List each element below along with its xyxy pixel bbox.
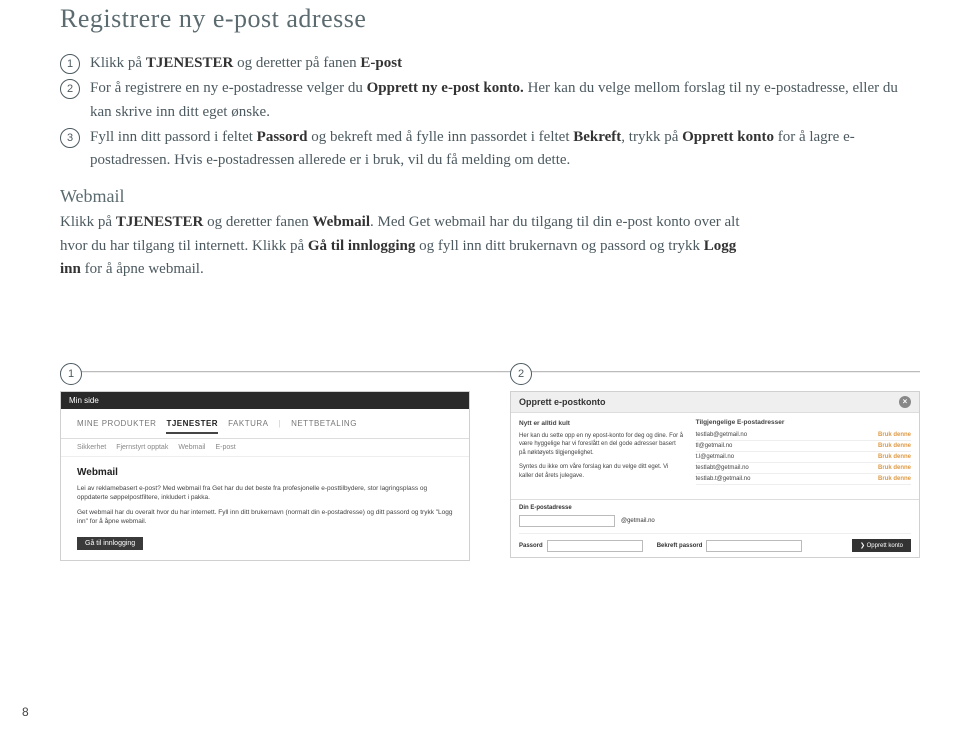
use-this-link[interactable]: Bruk denne — [878, 443, 911, 449]
suggest-heading: Tilgjengelige E-postadresser — [696, 419, 911, 426]
dialog-title: Opprett e-postkonto — [519, 397, 606, 407]
email-domain: @getmail.no — [621, 518, 655, 524]
password-label: Passord — [519, 543, 543, 549]
email-local-input[interactable] — [519, 515, 615, 527]
subtab-webmail[interactable]: Webmail — [178, 444, 205, 451]
webmail-paragraph: Klikk på TJENESTER og deretter fanen Web… — [60, 211, 740, 281]
intro-p2: Syntes du ikke om våre forslag kan du ve… — [519, 463, 684, 480]
steps-list: Klikk på TJENESTER og deretter på fanen … — [60, 52, 920, 172]
webmail-title: Webmail — [60, 186, 920, 207]
suggestion-row: t.l@getmail.noBruk denne — [696, 452, 911, 463]
f1-topbar: Min side — [61, 392, 469, 409]
use-this-link[interactable]: Bruk denne — [878, 432, 911, 438]
f1-p2: Get webmail har du overalt hvor du har i… — [77, 508, 453, 526]
suggestion-row: tl@getmail.noBruk denne — [696, 441, 911, 452]
use-this-link[interactable]: Bruk denne — [878, 476, 911, 482]
suggestion-row: testlab@getmail.noBruk denne — [696, 430, 911, 441]
intro-p1: Her kan du sette opp en ny epost-konto f… — [519, 432, 684, 457]
page-title: Registrere ny e-post adresse — [60, 0, 920, 34]
separator — [60, 371, 920, 373]
password-confirm-label: Bekreft passord — [657, 543, 703, 549]
password-input[interactable] — [547, 540, 643, 552]
step-2: For å registrere en ny e-postadresse vel… — [60, 77, 920, 124]
figure-1: 1 Min side MINE PRODUKTER TJENESTER FAKT… — [60, 391, 470, 561]
figure-1-number: 1 — [60, 363, 82, 385]
use-this-link[interactable]: Bruk denne — [878, 454, 911, 460]
page-number: 8 — [22, 705, 29, 719]
f1-main-tabs: MINE PRODUKTER TJENESTER FAKTURA | NETTB… — [61, 409, 469, 439]
suggestion-row: testlab.t@getmail.noBruk denne — [696, 474, 911, 485]
suggestion-row: testlabt@getmail.noBruk denne — [696, 463, 911, 474]
subtab-epost[interactable]: E-post — [215, 444, 235, 451]
close-icon[interactable]: × — [899, 396, 911, 408]
figure-2-number: 2 — [510, 363, 532, 385]
tab-tjenester[interactable]: TJENESTER — [166, 419, 218, 434]
password-confirm-input[interactable] — [706, 540, 802, 552]
f1-heading: Webmail — [77, 467, 453, 478]
go-to-login-button[interactable]: Gå til innlogging — [77, 537, 143, 550]
tab-mine-produkter[interactable]: MINE PRODUKTER — [77, 419, 156, 434]
step-3: Fyll inn ditt passord i feltet Passord o… — [60, 126, 920, 173]
tab-faktura[interactable]: FAKTURA — [228, 419, 268, 434]
use-this-link[interactable]: Bruk denne — [878, 465, 911, 471]
f1-sub-tabs: Sikkerhet Fjernstyrt opptak Webmail E-po… — [61, 439, 469, 457]
subtab-sikkerhet[interactable]: Sikkerhet — [77, 444, 106, 451]
create-account-button[interactable]: ❯ Opprett konto — [852, 539, 911, 552]
tab-nettbetaling[interactable]: NETTBETALING — [291, 419, 357, 434]
subtab-fjernstyrt[interactable]: Fjernstyrt opptak — [116, 444, 168, 451]
intro-heading: Nytt er alltid kult — [519, 419, 684, 428]
your-email-heading: Din E-postadresse — [519, 505, 911, 511]
figure-2: 2 Opprett e-postkonto × Nytt er alltid k… — [510, 391, 920, 561]
f1-p1: Lei av reklamebasert e-post? Med webmail… — [77, 484, 453, 502]
step-1: Klikk på TJENESTER og deretter på fanen … — [60, 52, 920, 75]
